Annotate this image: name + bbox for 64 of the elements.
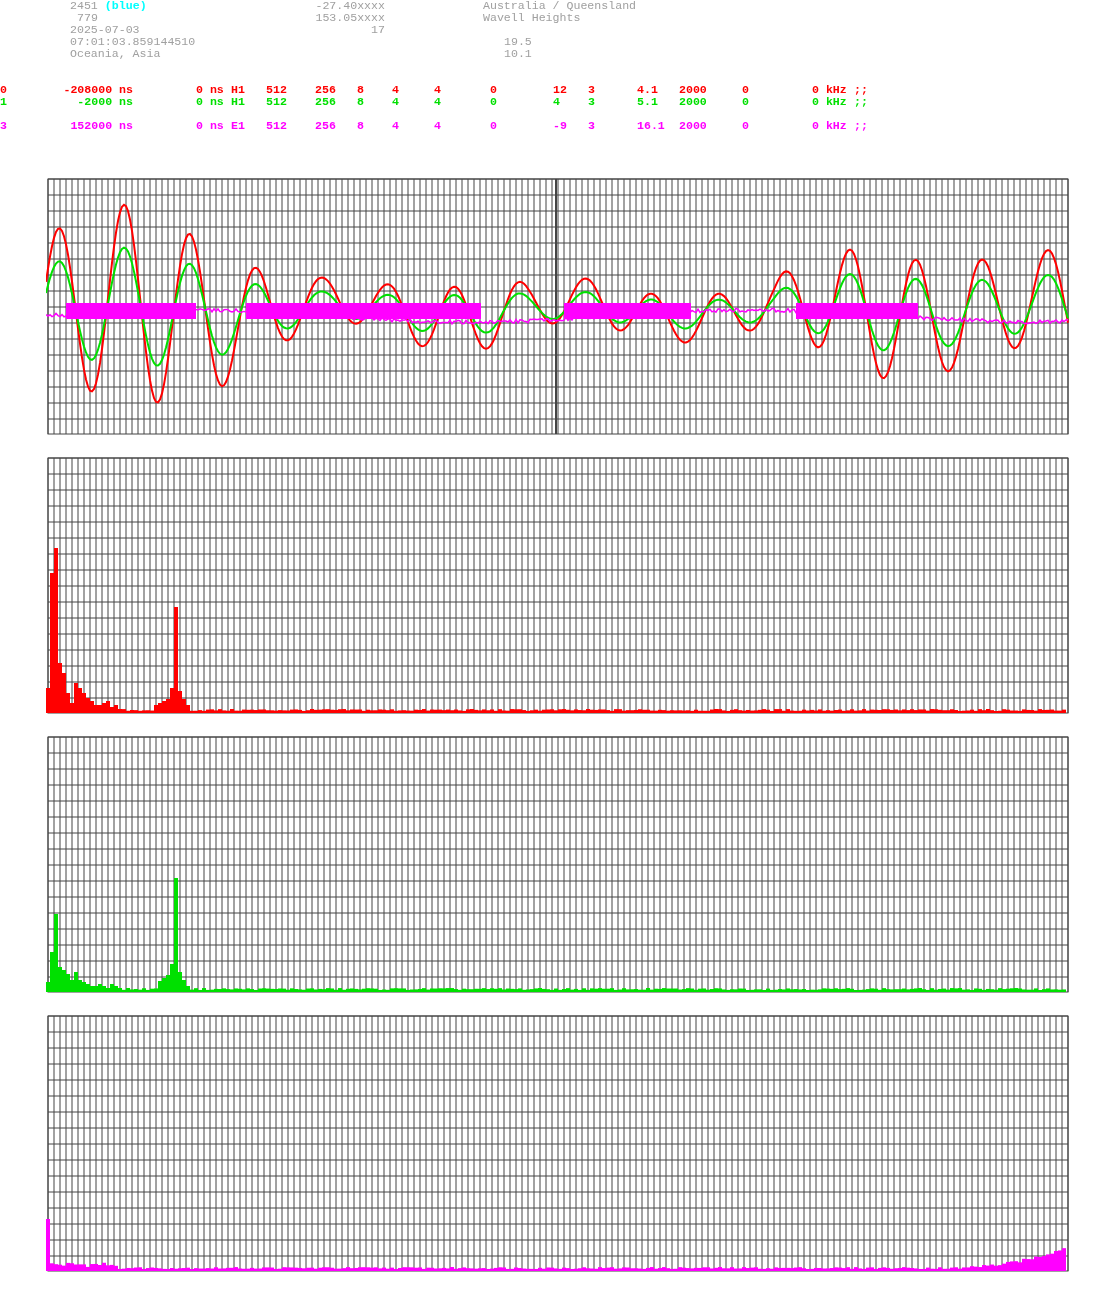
channel-field: 4	[553, 96, 560, 108]
channel-field: 12	[553, 84, 567, 96]
coordinate-text: 153.05xxxx	[315, 12, 385, 24]
channel-field: 4	[434, 84, 441, 96]
channel-field: E1	[231, 120, 245, 132]
channel-field: 8	[357, 120, 364, 132]
channel-field: 0 ns	[196, 84, 224, 96]
channel-field: 512	[266, 120, 287, 132]
channel-field: 16.1	[637, 120, 665, 132]
channel-field: 1	[0, 96, 7, 108]
channel-field: ;;	[854, 96, 868, 108]
channel-field: 4	[392, 84, 399, 96]
channel-field: 0	[0, 84, 7, 96]
channel-field: 256	[315, 120, 336, 132]
channel-field: 256	[315, 96, 336, 108]
channel-field: 0 ns	[196, 96, 224, 108]
info-text: 2025-07-03	[70, 24, 140, 36]
channel-field: 0 kHz	[812, 96, 847, 108]
channel-field: 0	[742, 84, 749, 96]
channel-field: -2000 ns	[77, 96, 133, 108]
channel-field: 0	[490, 96, 497, 108]
channel-field: 0 ns	[196, 120, 224, 132]
channel-field: 3	[588, 120, 595, 132]
channel-field: 512	[266, 96, 287, 108]
info-text: 07:01:03.859144510	[70, 36, 196, 48]
channel-field: 3	[588, 84, 595, 96]
channel-field: 0 kHz	[812, 84, 847, 96]
channel-field: 0	[490, 120, 497, 132]
info-text: 779	[77, 12, 98, 24]
channel-field: 8	[357, 96, 364, 108]
channel-field: 4	[434, 120, 441, 132]
channel-field: -208000 ns	[63, 84, 133, 96]
channel-field: H1	[231, 96, 245, 108]
channel-field: H1	[231, 84, 245, 96]
location-text: Wavell Heights	[483, 12, 581, 24]
channel-field: 0	[742, 120, 749, 132]
channel-field: 5.1	[637, 96, 658, 108]
station-tag: (blue)	[104, 0, 147, 12]
coordinate-text: 17	[371, 24, 385, 36]
info-text: Oceania, Asia	[70, 48, 161, 60]
channel-field: 3	[588, 96, 595, 108]
channel-field: ;;	[854, 84, 868, 96]
channel-field: 0	[742, 96, 749, 108]
station-id: 2451	[70, 0, 98, 12]
channel-field: 2000	[679, 120, 707, 132]
channel-field: 152000 ns	[70, 120, 133, 132]
channel-field: 0 kHz	[812, 120, 847, 132]
channel-field: 4.1	[637, 84, 658, 96]
channel-field: 3	[0, 120, 7, 132]
channel-field: 0	[490, 84, 497, 96]
channel-field: 512	[266, 84, 287, 96]
reading-text: 19.5	[504, 36, 532, 48]
channel-field: 2000	[679, 84, 707, 96]
channel-field: 2000	[679, 96, 707, 108]
reading-text: 10.1	[504, 48, 532, 60]
channel-field: 4	[392, 96, 399, 108]
channel-field: 4	[434, 96, 441, 108]
coordinate-text: -27.40xxxx	[315, 0, 385, 12]
location-text: Australia / Queensland	[483, 0, 637, 12]
channel-field: -9	[553, 120, 567, 132]
channel-field: 256	[315, 84, 336, 96]
channel-field: 4	[392, 120, 399, 132]
channel-field: ;;	[854, 120, 868, 132]
channel-field: 8	[357, 84, 364, 96]
